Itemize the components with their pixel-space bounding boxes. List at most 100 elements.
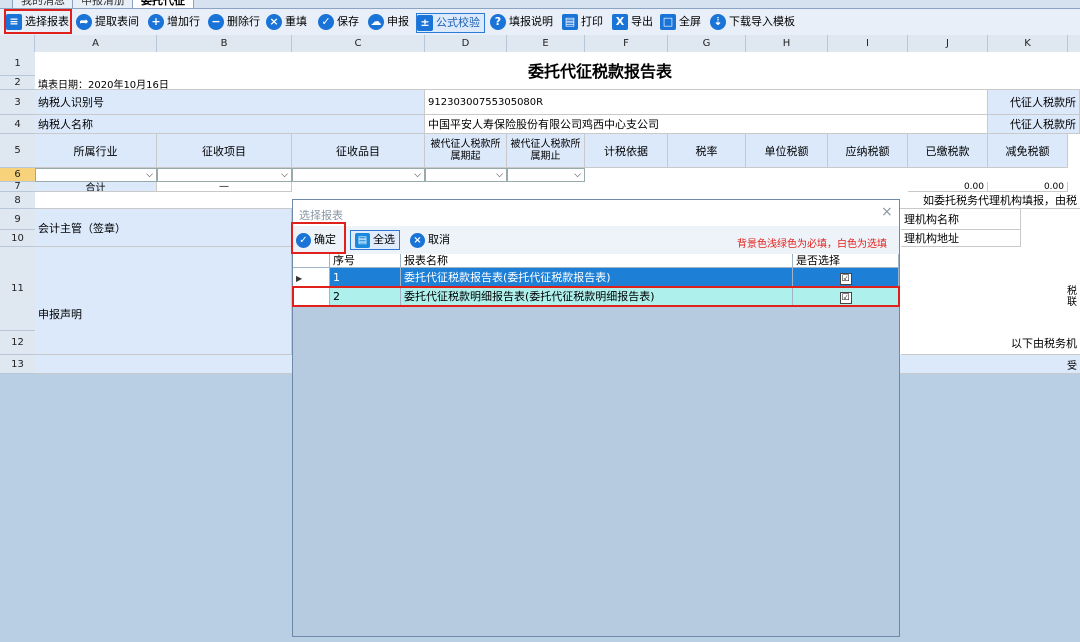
forward-arrow-icon: ➦ [76, 14, 92, 30]
column-header[interactable]: K [988, 35, 1068, 52]
fetch-period-button[interactable]: ➦ 提取表间 [76, 13, 139, 31]
fullscreen-button[interactable]: □ 全屏 [660, 13, 701, 31]
highlight-select-report [4, 9, 72, 34]
row-header[interactable]: 3 [0, 90, 35, 115]
total-tax-relief[interactable]: 0.00 [988, 182, 1068, 192]
row-header[interactable]: 6 [0, 168, 35, 182]
tax-contact-label: 税 联 [1067, 286, 1077, 308]
row-header[interactable]: 4 [0, 115, 35, 134]
header-period-end: 被代征人税款所属期止 [507, 134, 585, 168]
accept-label: 受 [1067, 361, 1077, 372]
cancel-button[interactable]: × 取消 [410, 231, 450, 249]
header-tax-rate: 税率 [668, 134, 746, 168]
taxpayer-id-label: 纳税人识别号 [35, 90, 425, 115]
tab-entrusted-collection[interactable]: 委托代征 [132, 0, 194, 8]
select-report-dialog: 选择报表 × ✓ 确定 ▤ 全选 × 取消 背景色浅绿色为必填，白色为选填 序号 报表… [291, 199, 900, 637]
close-icon: × [266, 14, 282, 30]
column-header[interactable]: F [585, 35, 668, 52]
header-industry: 所属行业 [35, 134, 157, 168]
formula-check-button[interactable]: ± 公式校验 [416, 13, 485, 33]
column-header[interactable]: J [908, 35, 988, 52]
header-tax-basis: 计税依据 [585, 134, 668, 168]
row-header[interactable]: 9 [0, 209, 35, 230]
row-header[interactable]: 10 [0, 230, 35, 247]
row-header[interactable]: 5 [0, 134, 35, 168]
help-icon: ? [490, 14, 506, 30]
row-header[interactable]: 2 [0, 76, 35, 90]
report-grid: 序号 报表名称 是否选择 ▶ 1 委托代征税款报告表(委托代征税款报告表) ☑ … [292, 254, 900, 636]
corner-cell[interactable] [0, 35, 35, 52]
tab-my-messages[interactable]: 我的消息 [12, 0, 74, 8]
tax-office-note: 以下由税务机 [901, 331, 1080, 355]
current-row-icon: ▶ [296, 274, 303, 283]
save-button[interactable]: ✓ 保存 [318, 13, 359, 31]
header-unit-tax: 单位税额 [746, 134, 828, 168]
print-button[interactable]: ▤ 打印 [562, 13, 603, 31]
taxpayer-name-value[interactable]: 中国平安人寿保险股份有限公司鸡西中心支公司 [425, 115, 988, 134]
row-indicator: ▶ [293, 268, 330, 287]
row-header[interactable]: 8 [0, 192, 35, 209]
taxpayer-name-label: 纳税人名称 [35, 115, 425, 134]
taxpayer-id-value[interactable]: 91230300755305080R [425, 90, 988, 115]
refill-button[interactable]: × 重填 [266, 13, 307, 31]
select-all-button[interactable]: ▤ 全选 [350, 230, 400, 250]
row-header[interactable]: 1 [0, 52, 35, 76]
cloud-upload-icon: ☁ [368, 14, 384, 30]
printer-icon: ▤ [562, 14, 578, 30]
agency-address-label: 理机构地址 [901, 230, 1021, 247]
agency-name-label: 理机构名称 [901, 209, 1021, 230]
column-header-bar: A B C D E F G H I J K [0, 35, 1080, 53]
export-button[interactable]: X 导出 [612, 13, 653, 31]
formula-icon: ± [417, 15, 433, 31]
required-hint: 背景色浅绿色为必填，白色为选填 [737, 239, 887, 250]
cell-selected[interactable]: ☑ [793, 268, 899, 287]
check-icon: ✓ [318, 14, 334, 30]
tab-bar: 我的消息 申报清册 委托代征 [0, 0, 1080, 9]
industry-select[interactable]: ⌵ [35, 168, 157, 182]
download-template-button[interactable]: ⇣ 下载导入模板 [710, 13, 795, 31]
period-start-select[interactable]: ⌵ [425, 168, 507, 182]
select-all-icon: ▤ [355, 232, 370, 248]
dialog-toolbar: ✓ 确定 ▤ 全选 × 取消 背景色浅绿色为必填，白色为选填 [291, 222, 899, 254]
close-icon[interactable]: × [881, 204, 893, 220]
header-tax-paid: 已缴税款 [908, 134, 988, 168]
col-header-name: 报表名称 [401, 254, 793, 268]
chevron-down-icon: ⌵ [281, 170, 288, 180]
download-icon: ⇣ [710, 14, 726, 30]
agent-tax-label-2: 代征人税款所 [988, 115, 1080, 134]
column-header[interactable]: B [157, 35, 292, 52]
dialog-title: 选择报表 [299, 209, 343, 222]
levy-item-select[interactable]: ⌵ [157, 168, 292, 182]
header-levy-category: 征收品目 [292, 134, 425, 168]
declare-button[interactable]: ☁ 申报 [368, 13, 409, 31]
column-header[interactable]: H [746, 35, 828, 52]
chevron-down-icon: ⌵ [496, 170, 503, 180]
levy-category-select[interactable]: ⌵ [292, 168, 425, 182]
column-header[interactable]: I [828, 35, 908, 52]
row-header[interactable]: 12 [0, 331, 35, 355]
declaration-label: 申报声明 [35, 247, 292, 355]
fill-guide-button[interactable]: ? 填报说明 [490, 13, 553, 31]
column-header[interactable]: D [425, 35, 507, 52]
checkbox[interactable]: ☑ [839, 273, 852, 285]
delete-row-button[interactable]: − 删除行 [208, 13, 260, 31]
cell-no: 1 [330, 268, 401, 287]
column-header[interactable]: E [507, 35, 585, 52]
row-header[interactable]: 13 [0, 355, 35, 374]
tab-declaration-list[interactable]: 申报清册 [72, 0, 134, 8]
col-header-selected: 是否选择 [793, 254, 899, 268]
header-levy-item: 征收项目 [157, 134, 292, 168]
close-icon: × [410, 232, 425, 248]
minus-icon: − [208, 14, 224, 30]
add-row-button[interactable]: + 增加行 [148, 13, 200, 31]
column-header[interactable]: A [35, 35, 157, 52]
column-header[interactable]: C [292, 35, 425, 52]
row-header[interactable]: 7 [0, 182, 35, 192]
header-tax-payable: 应纳税额 [828, 134, 908, 168]
period-end-select[interactable]: ⌵ [507, 168, 585, 182]
row-header[interactable]: 11 [0, 247, 35, 331]
excel-icon: X [612, 14, 628, 30]
total-tax-paid[interactable]: 0.00 [908, 182, 988, 192]
total-dash: — [157, 182, 292, 192]
column-header[interactable]: G [668, 35, 746, 52]
